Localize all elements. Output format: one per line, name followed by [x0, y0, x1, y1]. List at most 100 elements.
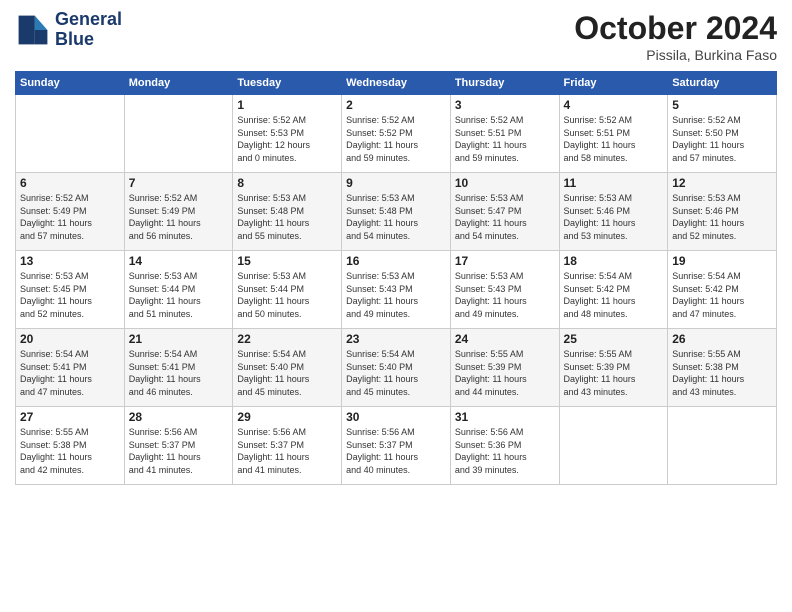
day-info: Sunrise: 5:53 AM Sunset: 5:47 PM Dayligh…: [455, 192, 555, 242]
calendar-cell: 27Sunrise: 5:55 AM Sunset: 5:38 PM Dayli…: [16, 407, 125, 485]
day-number: 20: [20, 332, 120, 346]
day-info: Sunrise: 5:52 AM Sunset: 5:52 PM Dayligh…: [346, 114, 446, 164]
calendar-cell: 12 Sunrise: 5:53 AM Sunset: 5:46 PM Dayli…: [668, 173, 777, 251]
logo: General Blue: [15, 10, 122, 50]
logo-text: General Blue: [55, 10, 122, 50]
day-info: Sunrise: 5:54 AM Sunset: 5:41 PM Dayligh…: [20, 348, 120, 398]
day-info: Sunrise: 5:53 AM Sunset: 5:48 PM Dayligh…: [346, 192, 446, 242]
day-info: Sunrise: 5:56 AM Sunset: 5:37 PM Dayligh…: [129, 426, 229, 476]
day-number: 30: [346, 410, 446, 424]
calendar-cell: 25 Sunrise: 5:55 AM Sunset: 5:39 PM Dayli…: [559, 329, 668, 407]
day-number: 29: [237, 410, 337, 424]
calendar-cell: 23 Sunrise: 5:54 AM Sunset: 5:40 PM Dayli…: [342, 329, 451, 407]
title-block: October 2024 Pissila, Burkina Faso: [574, 10, 777, 63]
day-number: 4: [564, 98, 664, 112]
calendar-cell: 5 Sunrise: 5:52 AM Sunset: 5:50 PM Daylig…: [668, 95, 777, 173]
location-title: Pissila, Burkina Faso: [574, 47, 777, 63]
day-number: 10: [455, 176, 555, 190]
header: General Blue October 2024 Pissila, Burki…: [15, 10, 777, 63]
day-number: 25: [564, 332, 664, 346]
calendar-week-row: 20 Sunrise: 5:54 AM Sunset: 5:41 PM Dayli…: [16, 329, 777, 407]
calendar-cell: 9Sunrise: 5:53 AM Sunset: 5:48 PM Daylig…: [342, 173, 451, 251]
day-info: Sunrise: 5:52 AM Sunset: 5:49 PM Dayligh…: [20, 192, 120, 242]
calendar-cell: [124, 95, 233, 173]
day-info: Sunrise: 5:54 AM Sunset: 5:40 PM Dayligh…: [346, 348, 446, 398]
day-info: Sunrise: 5:54 AM Sunset: 5:40 PM Dayligh…: [237, 348, 337, 398]
day-number: 17: [455, 254, 555, 268]
calendar-header-row: SundayMondayTuesdayWednesdayThursdayFrid…: [16, 72, 777, 95]
day-number: 18: [564, 254, 664, 268]
calendar-cell: [559, 407, 668, 485]
calendar-cell: 13 Sunrise: 5:53 AM Sunset: 5:45 PM Dayli…: [16, 251, 125, 329]
day-number: 22: [237, 332, 337, 346]
calendar-cell: 18 Sunrise: 5:54 AM Sunset: 5:42 PM Dayli…: [559, 251, 668, 329]
day-info: Sunrise: 5:55 AM Sunset: 5:39 PM Dayligh…: [564, 348, 664, 398]
calendar-week-row: 6 Sunrise: 5:52 AM Sunset: 5:49 PM Daylig…: [16, 173, 777, 251]
calendar-cell: 28 Sunrise: 5:56 AM Sunset: 5:37 PM Dayli…: [124, 407, 233, 485]
calendar-cell: 22 Sunrise: 5:54 AM Sunset: 5:40 PM Dayli…: [233, 329, 342, 407]
day-info: Sunrise: 5:53 AM Sunset: 5:44 PM Dayligh…: [237, 270, 337, 320]
day-info: Sunrise: 5:53 AM Sunset: 5:45 PM Dayligh…: [20, 270, 120, 320]
day-number: 6: [20, 176, 120, 190]
logo-icon: [15, 12, 51, 48]
calendar-week-row: 1 Sunrise: 5:52 AM Sunset: 5:53 PM Daylig…: [16, 95, 777, 173]
calendar-cell: 15 Sunrise: 5:53 AM Sunset: 5:44 PM Dayli…: [233, 251, 342, 329]
calendar-cell: 21 Sunrise: 5:54 AM Sunset: 5:41 PM Dayli…: [124, 329, 233, 407]
day-info: Sunrise: 5:53 AM Sunset: 5:46 PM Dayligh…: [672, 192, 772, 242]
day-number: 14: [129, 254, 229, 268]
day-info: Sunrise: 5:53 AM Sunset: 5:43 PM Dayligh…: [346, 270, 446, 320]
day-number: 31: [455, 410, 555, 424]
day-number: 11: [564, 176, 664, 190]
calendar-cell: 16 Sunrise: 5:53 AM Sunset: 5:43 PM Dayli…: [342, 251, 451, 329]
day-number: 1: [237, 98, 337, 112]
calendar-cell: 14Sunrise: 5:53 AM Sunset: 5:44 PM Dayli…: [124, 251, 233, 329]
day-info: Sunrise: 5:52 AM Sunset: 5:50 PM Dayligh…: [672, 114, 772, 164]
calendar-cell: 19Sunrise: 5:54 AM Sunset: 5:42 PM Dayli…: [668, 251, 777, 329]
calendar-cell: 20 Sunrise: 5:54 AM Sunset: 5:41 PM Dayli…: [16, 329, 125, 407]
day-info: Sunrise: 5:53 AM Sunset: 5:46 PM Dayligh…: [564, 192, 664, 242]
logo-line2: Blue: [55, 30, 122, 50]
day-info: Sunrise: 5:56 AM Sunset: 5:37 PM Dayligh…: [346, 426, 446, 476]
day-number: 24: [455, 332, 555, 346]
calendar-cell: 11 Sunrise: 5:53 AM Sunset: 5:46 PM Dayli…: [559, 173, 668, 251]
day-info: Sunrise: 5:52 AM Sunset: 5:53 PM Dayligh…: [237, 114, 337, 164]
calendar-week-row: 13 Sunrise: 5:53 AM Sunset: 5:45 PM Dayli…: [16, 251, 777, 329]
day-header-monday: Monday: [124, 72, 233, 95]
calendar-cell: [16, 95, 125, 173]
day-number: 7: [129, 176, 229, 190]
day-info: Sunrise: 5:55 AM Sunset: 5:38 PM Dayligh…: [672, 348, 772, 398]
day-header-saturday: Saturday: [668, 72, 777, 95]
day-number: 13: [20, 254, 120, 268]
month-title: October 2024: [574, 10, 777, 47]
day-number: 5: [672, 98, 772, 112]
day-header-friday: Friday: [559, 72, 668, 95]
calendar-week-row: 27Sunrise: 5:55 AM Sunset: 5:38 PM Dayli…: [16, 407, 777, 485]
day-number: 15: [237, 254, 337, 268]
calendar-cell: 6 Sunrise: 5:52 AM Sunset: 5:49 PM Daylig…: [16, 173, 125, 251]
day-number: 23: [346, 332, 446, 346]
day-info: Sunrise: 5:55 AM Sunset: 5:38 PM Dayligh…: [20, 426, 120, 476]
day-info: Sunrise: 5:54 AM Sunset: 5:41 PM Dayligh…: [129, 348, 229, 398]
calendar-cell: 31 Sunrise: 5:56 AM Sunset: 5:36 PM Dayli…: [450, 407, 559, 485]
day-number: 21: [129, 332, 229, 346]
day-info: Sunrise: 5:56 AM Sunset: 5:36 PM Dayligh…: [455, 426, 555, 476]
day-info: Sunrise: 5:54 AM Sunset: 5:42 PM Dayligh…: [564, 270, 664, 320]
calendar-cell: 29 Sunrise: 5:56 AM Sunset: 5:37 PM Dayli…: [233, 407, 342, 485]
day-header-thursday: Thursday: [450, 72, 559, 95]
day-number: 19: [672, 254, 772, 268]
calendar-cell: 1 Sunrise: 5:52 AM Sunset: 5:53 PM Daylig…: [233, 95, 342, 173]
day-number: 28: [129, 410, 229, 424]
calendar-cell: 10 Sunrise: 5:53 AM Sunset: 5:47 PM Dayli…: [450, 173, 559, 251]
day-number: 16: [346, 254, 446, 268]
calendar-cell: 4Sunrise: 5:52 AM Sunset: 5:51 PM Daylig…: [559, 95, 668, 173]
day-header-wednesday: Wednesday: [342, 72, 451, 95]
day-info: Sunrise: 5:55 AM Sunset: 5:39 PM Dayligh…: [455, 348, 555, 398]
logo-line1: General: [55, 10, 122, 30]
day-info: Sunrise: 5:52 AM Sunset: 5:51 PM Dayligh…: [455, 114, 555, 164]
day-info: Sunrise: 5:53 AM Sunset: 5:48 PM Dayligh…: [237, 192, 337, 242]
day-info: Sunrise: 5:56 AM Sunset: 5:37 PM Dayligh…: [237, 426, 337, 476]
day-number: 12: [672, 176, 772, 190]
day-number: 3: [455, 98, 555, 112]
day-info: Sunrise: 5:53 AM Sunset: 5:43 PM Dayligh…: [455, 270, 555, 320]
day-header-sunday: Sunday: [16, 72, 125, 95]
